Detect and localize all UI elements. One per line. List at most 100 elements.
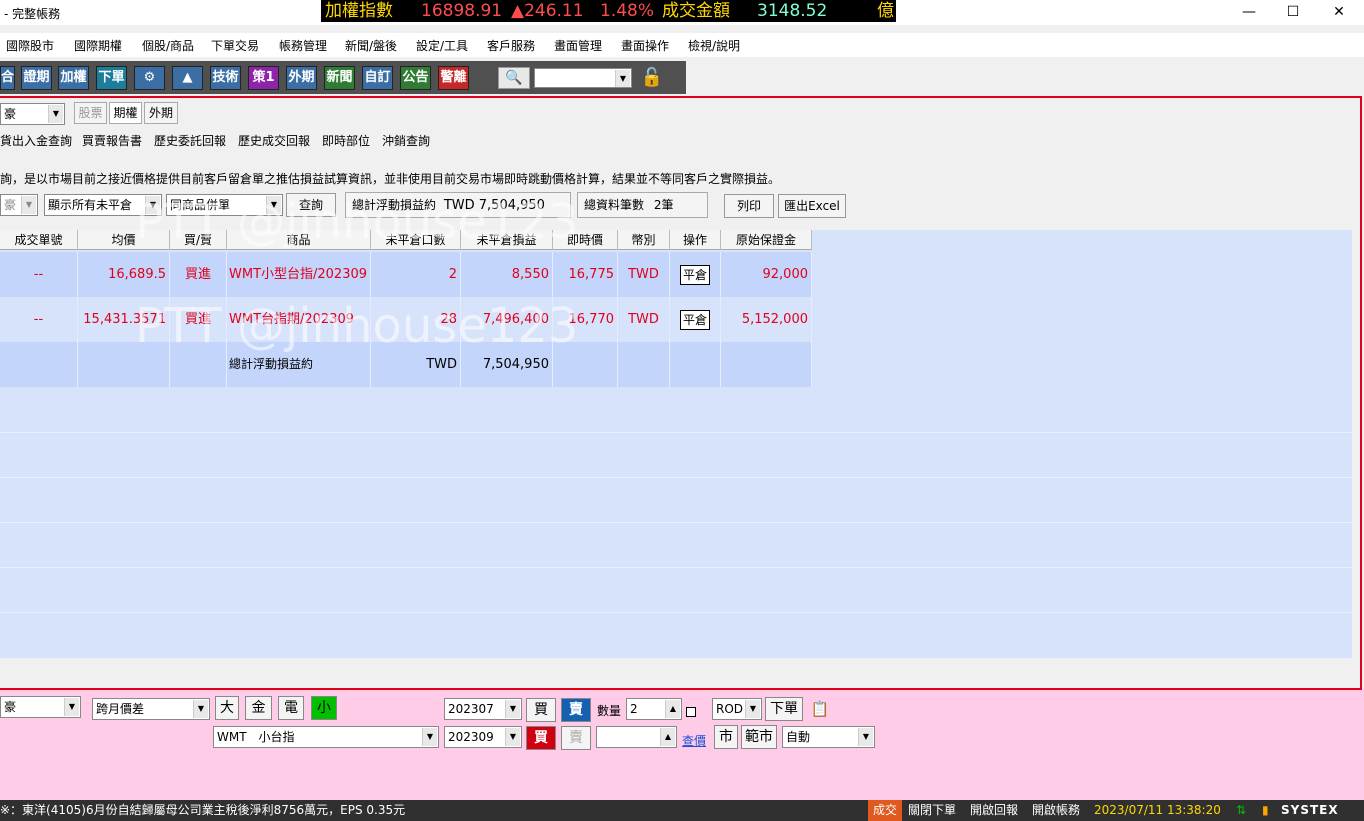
position-filter-select[interactable]: 顯示所有未平倉 ▼: [44, 194, 162, 216]
col-header[interactable]: 操作: [670, 230, 721, 250]
col-header[interactable]: 買/賣: [170, 230, 227, 250]
toolbar-button[interactable]: 合: [0, 66, 15, 90]
lock-icon[interactable]: 🔓: [640, 66, 664, 90]
toolbar-button[interactable]: 外期: [286, 66, 317, 90]
open-account-link[interactable]: 開啟帳務: [1032, 800, 1080, 821]
window-title: - 完整帳務: [4, 7, 61, 21]
chevron-down-icon: ▼: [505, 728, 520, 746]
index-ticker: 加權指數 16898.91 ▲246.11 1.48% 成交金額 3148.52…: [321, 0, 896, 22]
subtab-trade-report[interactable]: 買賣報告書: [82, 132, 142, 149]
size-gold-button[interactable]: 金: [245, 696, 272, 720]
print-button[interactable]: 列印: [724, 194, 774, 218]
col-header[interactable]: 均價: [78, 230, 170, 250]
maximize-icon[interactable]: ☐: [1270, 0, 1316, 25]
chevron-down-icon: ▼: [193, 700, 208, 718]
size-electronics-button[interactable]: 電: [278, 696, 304, 720]
toolbar-button[interactable]: 下單: [96, 66, 127, 90]
close-position-button[interactable]: 平倉: [679, 264, 710, 285]
trade-indicator[interactable]: 成交: [868, 800, 902, 821]
subtab-fill-history[interactable]: 歷史成交回報: [238, 132, 310, 149]
table-row[interactable]: -- 16,689.5 買進 WMT小型台指/202309 2 8,550 16…: [0, 252, 812, 297]
month-2-select[interactable]: 202309 ▼: [444, 726, 522, 748]
toolbar-button[interactable]: 警離: [438, 66, 469, 90]
col-header[interactable]: 幣別: [618, 230, 670, 250]
col-header[interactable]: 未平倉口數: [371, 230, 461, 250]
minimize-icon[interactable]: —: [1226, 0, 1272, 25]
subtab-positions[interactable]: 即時部位: [322, 132, 370, 149]
strategy-select[interactable]: 跨月價差 ▼: [92, 698, 210, 720]
news-ticker[interactable]: ※：東洋(4105)6月份自結歸屬母公司業主稅後淨利8756萬元，EPS 0.3…: [0, 800, 405, 821]
menu-item[interactable]: 檢視/說明: [688, 37, 740, 54]
menu-item[interactable]: 新聞/盤後: [345, 37, 397, 54]
menu-item[interactable]: 帳務管理: [279, 37, 327, 54]
stock-search-input[interactable]: ▼: [534, 68, 632, 88]
search-icon[interactable]: 🔍: [498, 67, 530, 89]
menu-item[interactable]: 畫面管理: [554, 37, 602, 54]
order-type-select[interactable]: ROD ▼: [712, 698, 762, 720]
toolbar-button[interactable]: 新聞: [324, 66, 355, 90]
market-button[interactable]: 市: [714, 725, 738, 749]
menu-item[interactable]: 國際期權: [74, 37, 122, 54]
menu-item[interactable]: 設定/工具: [416, 37, 468, 54]
col-header[interactable]: 商品: [227, 230, 371, 250]
price-query-link[interactable]: 查價: [682, 732, 706, 749]
gear-icon[interactable]: ⚙: [134, 66, 165, 90]
menu-item[interactable]: 國際股市: [6, 37, 54, 54]
stepper-icon[interactable]: ▲: [665, 700, 680, 718]
order-account-select[interactable]: 豪 ▼: [0, 696, 81, 718]
place-order-button[interactable]: 下單: [765, 697, 803, 721]
subtab-order-history[interactable]: 歷史委託回報: [154, 132, 226, 149]
col-header[interactable]: 成交單號: [0, 230, 78, 250]
table-row[interactable]: -- 15,431.3571 買進 WMT台指期/202309 28 7,496…: [0, 297, 812, 342]
menu-item[interactable]: 個股/商品: [142, 37, 194, 54]
cell-avg-price: 15,431.3571: [78, 297, 170, 342]
price-stepper[interactable]: ▲: [596, 726, 677, 748]
stepper-icon[interactable]: ▲: [660, 728, 675, 746]
menu-item[interactable]: 客戶服務: [487, 37, 535, 54]
col-header[interactable]: 即時價: [553, 230, 618, 250]
query-button[interactable]: 查詢: [286, 193, 336, 217]
buy-button-1[interactable]: 買: [526, 698, 556, 722]
clipboard-icon[interactable]: 📋: [809, 698, 831, 720]
month-1-select[interactable]: 202307 ▼: [444, 698, 522, 720]
tab-foreign-futures[interactable]: 外期: [144, 102, 178, 124]
subtab-offset-query[interactable]: 沖銷查詢: [382, 132, 430, 149]
toolbar-button[interactable]: 加權: [58, 66, 89, 90]
toolbar-button[interactable]: 策1: [248, 66, 279, 90]
sell-button-2[interactable]: 賣: [561, 726, 591, 750]
buy-button-2[interactable]: 買: [526, 726, 556, 750]
auto-select[interactable]: 自動 ▼: [782, 726, 875, 748]
tab-options[interactable]: 期權: [109, 102, 142, 124]
datetime: 2023/07/11 13:38:20: [1094, 803, 1221, 817]
menu-item[interactable]: 畫面操作: [621, 37, 669, 54]
subtab-deposit-query[interactable]: 貨出入金查詢: [0, 132, 72, 149]
toolbar-button[interactable]: 技術: [210, 66, 241, 90]
size-mini-button[interactable]: 小: [311, 696, 337, 720]
toolbar-button[interactable]: 自訂: [362, 66, 393, 90]
menu-item[interactable]: 下單交易: [211, 37, 259, 54]
qty-stepper[interactable]: 2 ▲: [626, 698, 682, 720]
range-market-button[interactable]: 範市: [741, 725, 777, 749]
month-1-value: 202307: [448, 702, 494, 716]
position-filter-value: 顯示所有未平倉: [48, 198, 133, 212]
filter-account-select[interactable]: 豪 ▼: [0, 194, 38, 216]
close-position-button[interactable]: 平倉: [679, 309, 710, 330]
chart-icon[interactable]: ▲: [172, 66, 203, 90]
close-order-link[interactable]: 關閉下單: [908, 800, 956, 821]
merge-select[interactable]: 同商品併單 ▼: [166, 194, 283, 216]
tab-stocks[interactable]: 股票: [74, 102, 107, 124]
open-report-link[interactable]: 開啟回報: [970, 800, 1018, 821]
toolbar-button[interactable]: 公告: [400, 66, 431, 90]
toolbar-button[interactable]: 證期: [21, 66, 52, 90]
order-account-value: 豪: [4, 700, 17, 714]
col-header[interactable]: 原始保證金: [721, 230, 812, 250]
size-big-button[interactable]: 大: [215, 696, 239, 720]
product-select[interactable]: WMT 小台指 ▼: [213, 726, 439, 748]
col-header[interactable]: 未平倉損益: [461, 230, 553, 250]
cell-side: 買進: [170, 297, 227, 342]
sell-button-1[interactable]: 賣: [561, 698, 591, 722]
close-icon[interactable]: ✕: [1316, 0, 1362, 25]
account-select[interactable]: 豪 ▼: [0, 103, 65, 125]
export-excel-button[interactable]: 匯出Excel: [778, 194, 846, 218]
checkbox[interactable]: [686, 707, 696, 717]
